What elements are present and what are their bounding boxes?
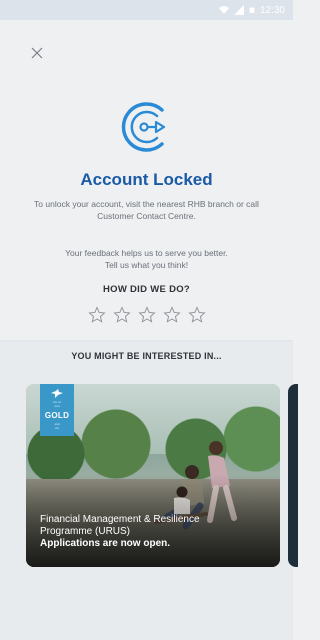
close-button[interactable] xyxy=(26,42,48,64)
badge-fine-print: ▪▪▪▪ ▪▪▪ ▪▪▪▪▪ xyxy=(52,400,62,408)
badge-label: GOLD xyxy=(44,411,70,420)
star-icon[interactable] xyxy=(137,306,156,324)
unlock-instructions: To unlock your account, visit the neares… xyxy=(34,199,259,221)
star-icon[interactable] xyxy=(162,306,181,324)
star-icon[interactable] xyxy=(87,306,106,324)
promo-card-text: Financial Management & Resilience Progra… xyxy=(40,514,270,550)
promo-card-next-peek[interactable] xyxy=(288,384,298,567)
status-time: 12:30 xyxy=(259,4,285,16)
badge-fine-print-bottom: ▪▪▪▪▪ ▪▪▪▪ xyxy=(54,422,60,430)
feedback-message: Your feedback helps us to serve you bett… xyxy=(65,248,228,270)
battery-icon xyxy=(249,7,255,13)
promo-title-line2: Programme (URUS) xyxy=(40,526,131,537)
close-icon xyxy=(31,47,43,59)
rating-question: HOW DID WE DO? xyxy=(102,284,191,295)
status-bar: 12:30 xyxy=(0,0,293,20)
page-title: Account Locked xyxy=(80,170,213,189)
star-rating xyxy=(0,306,293,324)
promo-cta: Applications are now open. xyxy=(40,538,171,549)
bird-icon xyxy=(51,389,63,398)
account-locked-icon xyxy=(121,102,166,152)
star-icon[interactable] xyxy=(187,306,206,324)
signal-icon xyxy=(233,5,244,15)
star-icon[interactable] xyxy=(112,306,131,324)
wifi-icon xyxy=(218,6,229,14)
promo-card-urus[interactable]: ▪▪▪▪ ▪▪▪ ▪▪▪▪▪ GOLD ▪▪▪▪▪ ▪▪▪▪ Financial M… xyxy=(26,384,280,567)
gold-award-badge: ▪▪▪▪ ▪▪▪ ▪▪▪▪▪ GOLD ▪▪▪▪▪ ▪▪▪▪ xyxy=(40,384,74,436)
recommendations-title: YOU MIGHT BE INTERESTED IN... xyxy=(71,351,222,361)
promo-title-line1: Financial Management & Resilience xyxy=(40,514,200,525)
